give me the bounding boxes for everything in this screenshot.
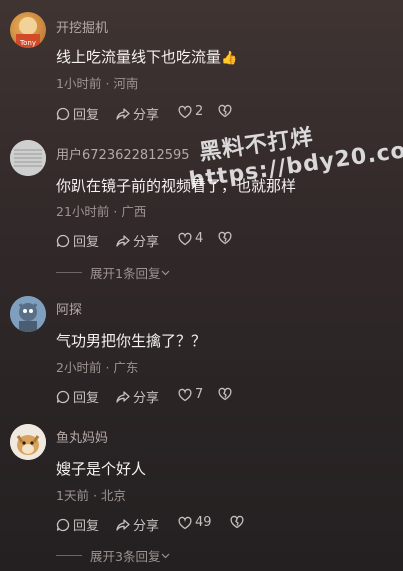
broken-heart-icon (218, 387, 232, 401)
comment-text: 线上吃流量线下也吃流量👍 (56, 46, 237, 67)
reply-label: 回复 (73, 519, 100, 534)
expand-replies-label: 展开3条回复 (90, 549, 161, 564)
expand-replies-button[interactable]: 展开1条回复 (56, 263, 170, 282)
comment-location: 广西 (121, 204, 147, 219)
comment-meta: 1天前 · 北京 (56, 485, 126, 504)
reply-icon (56, 107, 70, 120)
avatar[interactable] (10, 140, 46, 176)
comment-text-body: 线上吃流量线下也吃流量 (56, 48, 222, 66)
like-count: 2 (195, 104, 204, 119)
share-button[interactable]: 分享 (116, 387, 159, 406)
broken-heart-icon (218, 104, 232, 118)
meta-separator: · (92, 488, 97, 503)
comment-text: 嫂子是个好人 (56, 460, 147, 478)
share-label: 分享 (133, 519, 160, 534)
share-button[interactable]: 分享 (116, 515, 159, 534)
username[interactable]: 阿探 (56, 299, 82, 318)
reply-icon (56, 390, 70, 403)
reply-button[interactable]: 回复 (56, 515, 99, 534)
heart-icon (178, 516, 192, 529)
reply-button[interactable]: 回复 (56, 104, 99, 123)
broken-heart-icon (230, 515, 244, 529)
chevron-down-icon (162, 553, 170, 559)
reply-label: 回复 (73, 391, 100, 406)
dislike-button[interactable] (230, 515, 244, 529)
reply-label: 回复 (73, 235, 100, 250)
broken-heart-icon (218, 231, 232, 245)
share-icon (116, 107, 130, 120)
share-button[interactable]: 分享 (116, 231, 159, 250)
expand-replies-label: 展开1条回复 (90, 266, 161, 281)
avatar-text: Tony (19, 39, 36, 47)
like-count: 4 (195, 231, 204, 246)
comment-location: 广东 (113, 360, 139, 375)
heart-icon (178, 105, 192, 118)
comment-meta: 1小时前 · 河南 (56, 73, 138, 92)
reply-icon (56, 234, 70, 247)
dislike-button[interactable] (218, 231, 232, 245)
share-label: 分享 (133, 391, 160, 406)
like-button[interactable]: 7 (178, 387, 203, 402)
username[interactable]: 用户6723622812595 (56, 144, 190, 163)
meta-separator: · (113, 204, 118, 219)
comment-text: 气功男把你生擒了？？ (56, 332, 207, 350)
meta-separator: · (105, 360, 110, 375)
reply-button[interactable]: 回复 (56, 231, 99, 250)
reply-button[interactable]: 回复 (56, 387, 99, 406)
avatar[interactable] (10, 296, 46, 332)
reply-label: 回复 (73, 108, 100, 123)
comment-time: 1天前 (56, 488, 89, 503)
thumbs-up-emoji: 👍 (221, 51, 238, 66)
like-button[interactable]: 4 (178, 231, 203, 246)
like-button[interactable]: 49 (178, 515, 212, 530)
heart-icon (178, 232, 192, 245)
share-label: 分享 (133, 108, 160, 123)
comment-meta: 21小时前 · 广西 (56, 201, 146, 220)
share-icon (116, 234, 130, 247)
like-count: 7 (195, 387, 204, 402)
avatar[interactable] (10, 424, 46, 460)
comment-text: 你趴在镜子前的视频看了，也就那样 (56, 177, 297, 195)
reply-icon (56, 518, 70, 531)
dislike-button[interactable] (218, 387, 232, 401)
share-button[interactable]: 分享 (116, 104, 159, 123)
dislike-button[interactable] (218, 104, 232, 118)
comment-meta: 2小时前 · 广东 (56, 357, 138, 376)
expand-replies-button[interactable]: 展开3条回复 (56, 546, 170, 565)
comment-time: 2小时前 (56, 360, 102, 375)
share-icon (116, 390, 130, 403)
username[interactable]: 开挖掘机 (56, 17, 108, 36)
comment-time: 1小时前 (56, 76, 102, 91)
meta-separator: · (105, 76, 110, 91)
username[interactable]: 鱼丸妈妈 (56, 427, 108, 446)
chevron-down-icon (162, 270, 170, 276)
like-button[interactable]: 2 (178, 104, 203, 119)
avatar[interactable]: Tony (10, 12, 46, 48)
comment-location: 河南 (113, 76, 139, 91)
comment-time: 21小时前 (56, 204, 110, 219)
share-label: 分享 (133, 235, 160, 250)
share-icon (116, 518, 130, 531)
comment-location: 北京 (100, 488, 126, 503)
like-count: 49 (195, 515, 212, 530)
divider-line (56, 272, 82, 273)
heart-icon (178, 388, 192, 401)
divider-line (56, 555, 82, 556)
